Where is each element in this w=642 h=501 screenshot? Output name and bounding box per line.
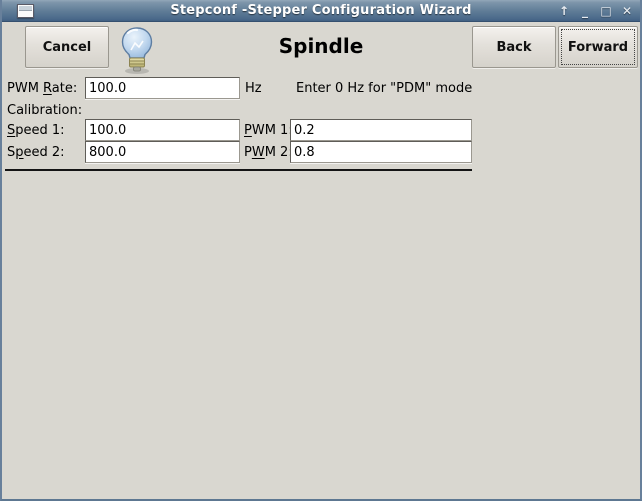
pwm2-label: PWM 2: bbox=[244, 145, 293, 160]
forward-button[interactable]: Forward bbox=[558, 26, 638, 68]
window-title: Stepconf -Stepper Configuration Wizard bbox=[0, 3, 642, 18]
back-button[interactable]: Back bbox=[472, 26, 556, 68]
pdm-mode-hint: Enter 0 Hz for "PDM" mode bbox=[296, 81, 472, 96]
stepconf-window: Stepconf -Stepper Configuration Wizard ↑… bbox=[0, 0, 642, 501]
speed2-label: Speed 2: bbox=[7, 145, 65, 160]
speed2-input[interactable] bbox=[85, 141, 240, 163]
close-button-icon[interactable]: ✕ bbox=[620, 0, 634, 22]
horizontal-separator bbox=[5, 169, 472, 171]
window-icon bbox=[17, 4, 34, 18]
maximize-button-icon[interactable]: □ bbox=[599, 0, 613, 22]
pwm-rate-input[interactable] bbox=[85, 77, 240, 99]
titlebar[interactable]: Stepconf -Stepper Configuration Wizard ↑… bbox=[0, 0, 642, 22]
pwm1-input[interactable] bbox=[290, 119, 472, 141]
window-controls: ↑ _ □ ✕ bbox=[557, 0, 634, 22]
speed1-input[interactable] bbox=[85, 119, 240, 141]
speed1-label: Speed 1: bbox=[7, 123, 65, 138]
pwm1-label: PWM 1: bbox=[244, 123, 293, 138]
shade-button-icon[interactable]: ↑ bbox=[557, 0, 571, 22]
calibration-label: Calibration: bbox=[7, 103, 82, 118]
pwm-rate-unit-label: Hz bbox=[245, 81, 262, 96]
pwm-rate-label: PWM Rate: bbox=[7, 81, 77, 96]
pwm2-input[interactable] bbox=[290, 141, 472, 163]
minimize-button-icon[interactable]: _ bbox=[578, 4, 592, 18]
